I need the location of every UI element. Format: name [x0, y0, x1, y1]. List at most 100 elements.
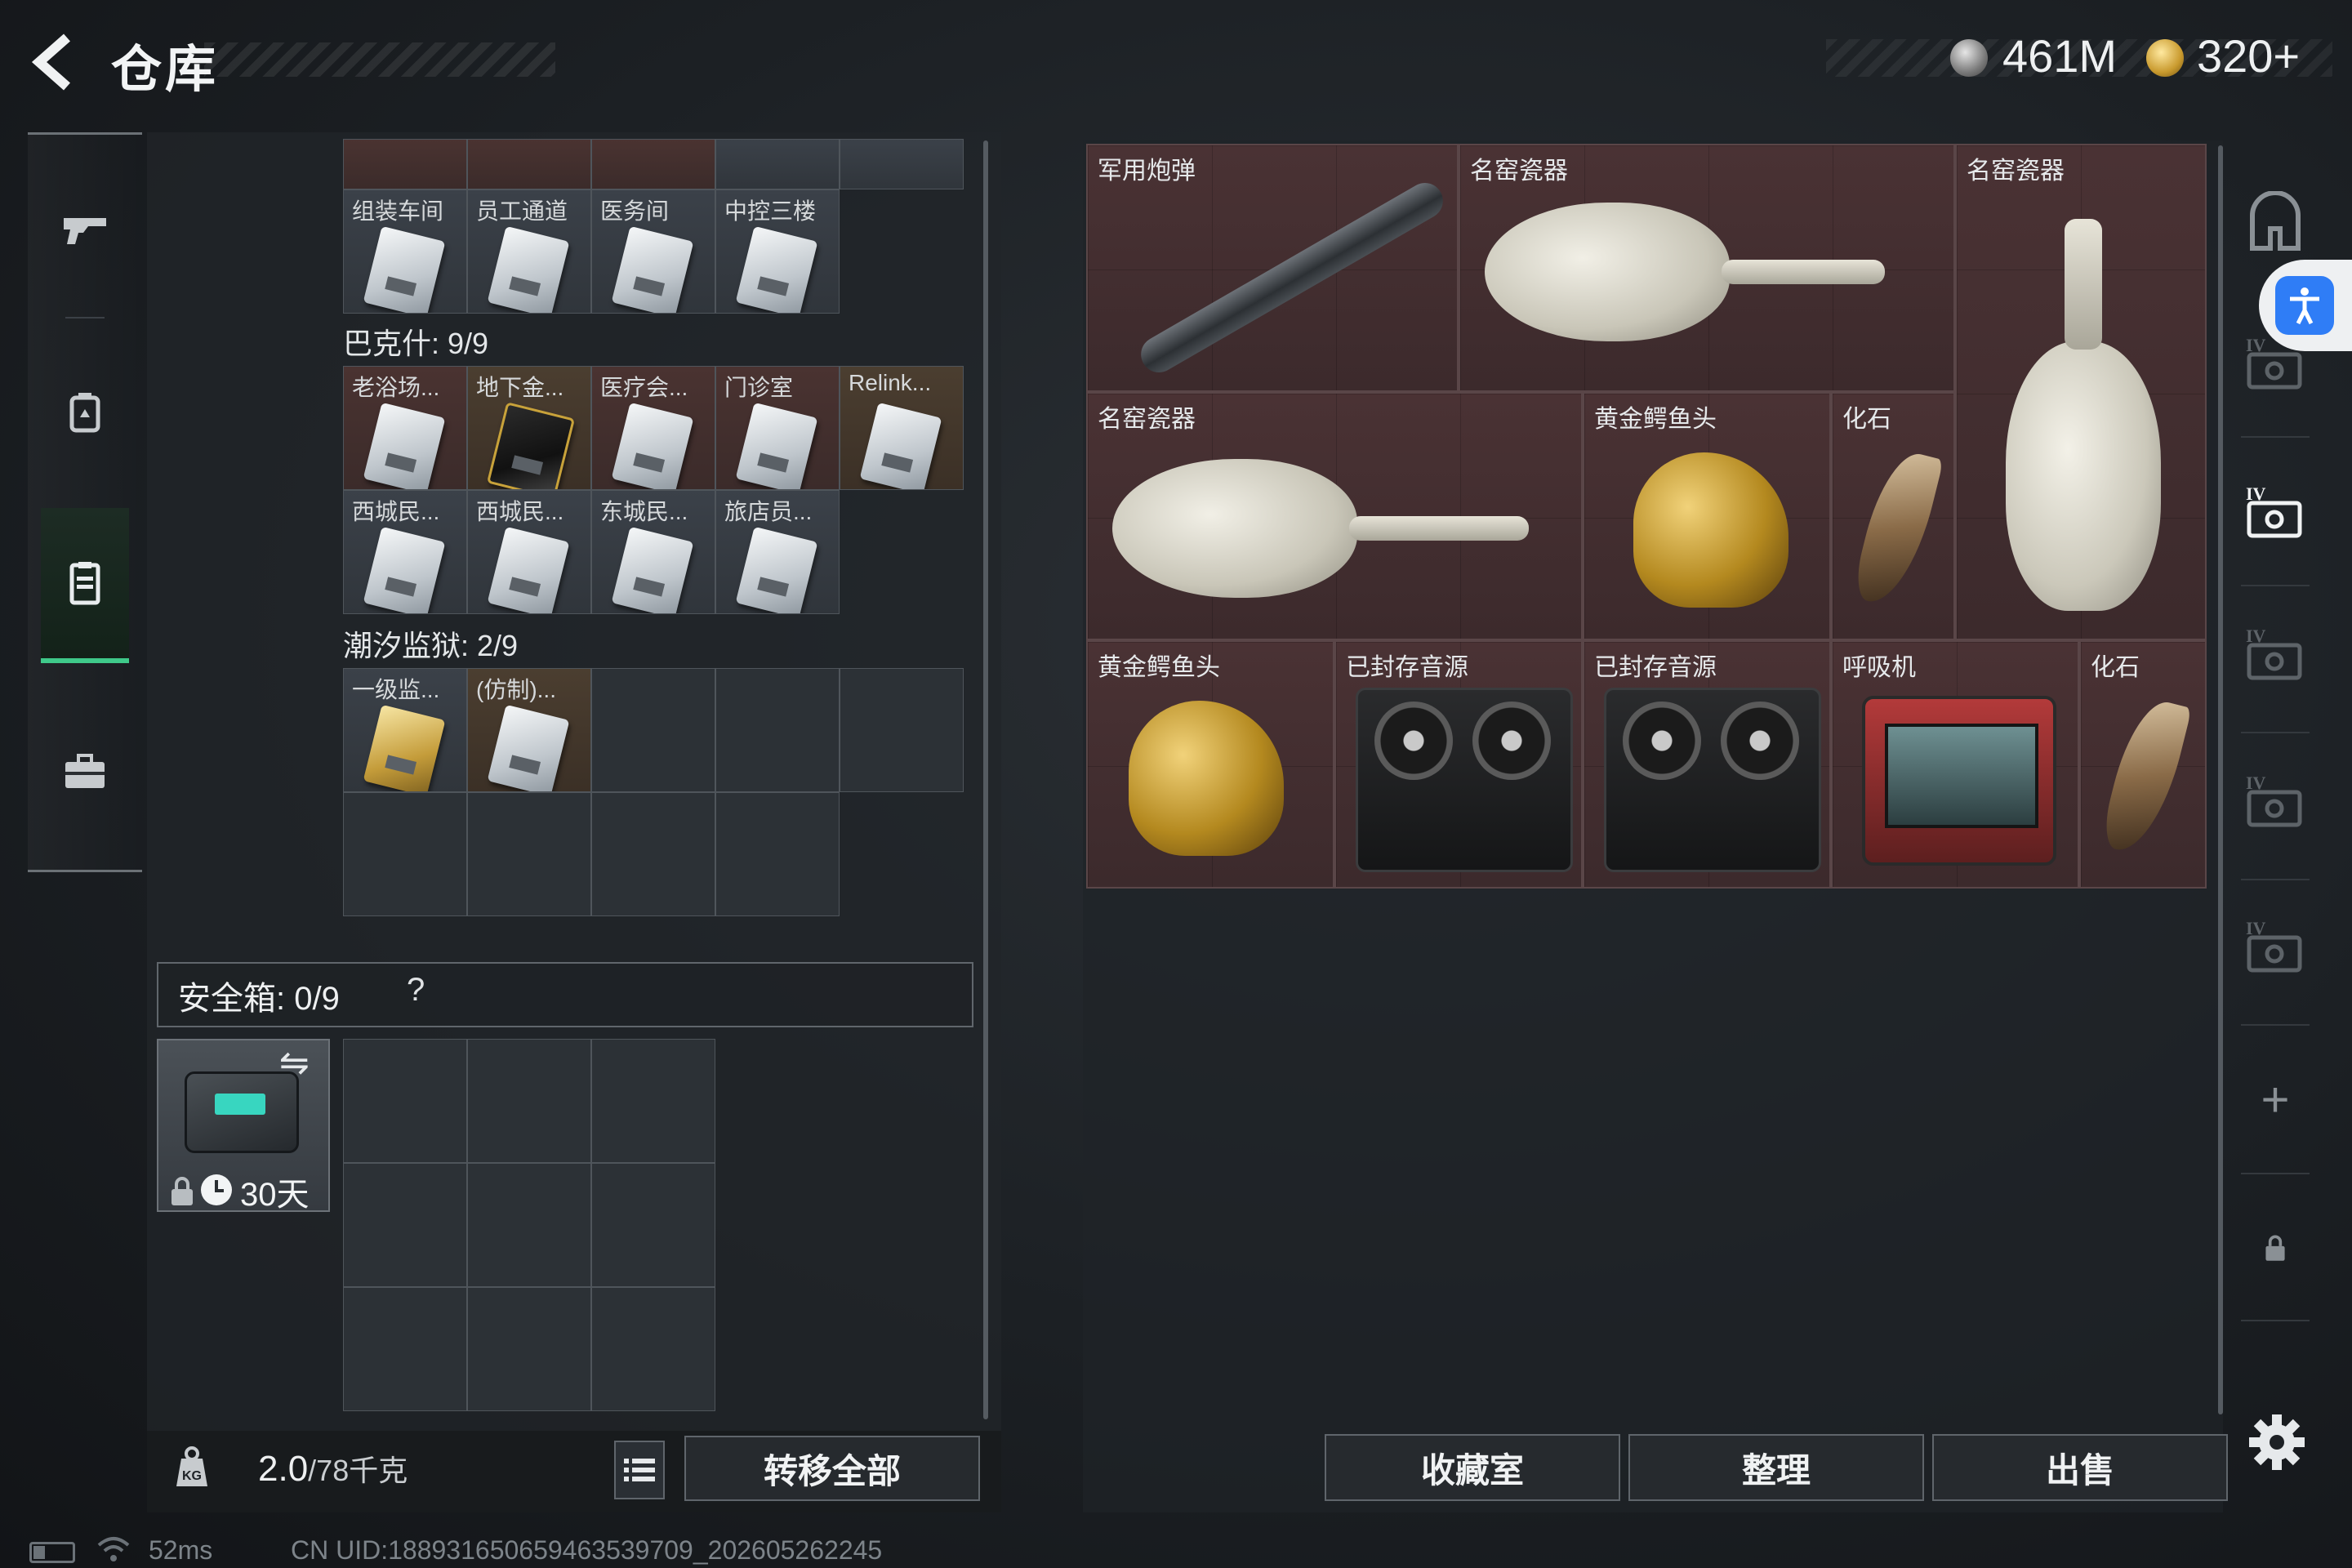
- fossil-icon: [1851, 446, 1944, 611]
- stash-item-missile[interactable]: 军用炮弹: [1086, 144, 1459, 392]
- chevron-left-icon: [31, 33, 70, 91]
- stash-item-fossil[interactable]: 化石: [2079, 640, 2207, 889]
- list-view-button[interactable]: [614, 1441, 665, 1499]
- keycard-slot[interactable]: [840, 139, 964, 189]
- keycard-label: 医务间: [600, 198, 670, 224]
- prison-section-title: 潮汐监狱: 2/9: [343, 629, 519, 662]
- stash-tab-4-active[interactable]: IV: [2234, 472, 2316, 554]
- safebox-slot[interactable]: [343, 1039, 467, 1163]
- keycard-slot[interactable]: 东城民...: [591, 490, 715, 614]
- stash-item-sealed-audio[interactable]: 已封存音源: [1334, 640, 1583, 889]
- svg-text:IV: IV: [2246, 483, 2266, 504]
- stash-item-sealed-audio[interactable]: 已封存音源: [1583, 640, 1831, 889]
- keycard-icon: [363, 402, 446, 489]
- stash-tab[interactable]: IV: [2234, 614, 2316, 696]
- safebox-help-button[interactable]: ?: [407, 972, 425, 1009]
- weight-value: 2.0: [258, 1449, 309, 1489]
- sell-button[interactable]: 出售: [1932, 1434, 2228, 1501]
- keycard-slot[interactable]: 西城民...: [343, 490, 467, 614]
- stash-tab[interactable]: IV: [2234, 761, 2316, 843]
- title-decoration: [204, 42, 555, 77]
- empty-keycard-slot[interactable]: [715, 792, 840, 916]
- safebox-case-icon: [185, 1071, 299, 1153]
- stash-home-icon: [2250, 191, 2301, 251]
- stash-tab-icon: IV: [2246, 773, 2302, 827]
- rail-item-case[interactable]: [41, 694, 129, 849]
- keycard-slot[interactable]: Relink...: [840, 366, 964, 490]
- stash-home-button[interactable]: [2234, 181, 2316, 263]
- keycard-slot[interactable]: 西城民...: [467, 490, 591, 614]
- vase-neck: [2065, 219, 2102, 350]
- empty-keycard-slot[interactable]: [715, 668, 840, 792]
- safebox-slot[interactable]: [591, 1163, 715, 1287]
- organize-button[interactable]: 整理: [1628, 1434, 1924, 1501]
- gold-currency-amount[interactable]: 320+: [2197, 29, 2300, 82]
- keycard-icon: [611, 225, 694, 313]
- keycard-slot[interactable]: [715, 139, 840, 189]
- stash-tab-icon: IV: [2246, 335, 2302, 390]
- stash-item-porcelain[interactable]: 名窑瓷器: [1086, 392, 1583, 640]
- lock-stash-button[interactable]: [2234, 1207, 2316, 1289]
- weight-capacity: /78千克: [308, 1454, 408, 1487]
- keycard-slot[interactable]: 老浴场...: [343, 366, 467, 490]
- safebox-slot[interactable]: [467, 1039, 591, 1163]
- empty-keycard-slot[interactable]: [343, 792, 467, 916]
- rail-item-backpack[interactable]: [41, 335, 129, 490]
- empty-keycard-slot[interactable]: [840, 668, 964, 792]
- vase-neck: [1722, 260, 1885, 284]
- item-label: 名窑瓷器: [1470, 158, 1568, 185]
- stash-item-golden-croc[interactable]: 黄金鳄鱼头: [1583, 392, 1831, 640]
- keycard-slot[interactable]: 地下金...: [467, 366, 591, 490]
- rail-divider: [2241, 879, 2310, 880]
- safebox-slot[interactable]: [467, 1287, 591, 1411]
- keycard-label: 西城民...: [476, 499, 564, 524]
- keycard-slot[interactable]: 医疗会...: [591, 366, 715, 490]
- stash-item-porcelain[interactable]: 名窑瓷器: [1955, 144, 2207, 640]
- keycard-icon: [611, 526, 694, 613]
- settings-button[interactable]: [2244, 1410, 2310, 1475]
- safebox-capacity: 安全箱: 0/9: [178, 981, 340, 1017]
- stash-item-golden-croc[interactable]: 黄金鳄鱼头: [1086, 640, 1334, 889]
- rail-item-keycards[interactable]: [41, 508, 129, 663]
- gold-coin-icon: [2146, 39, 2184, 77]
- safebox-slot[interactable]: [343, 1287, 467, 1411]
- safebox-slot[interactable]: [467, 1163, 591, 1287]
- stash-tab[interactable]: IV: [2234, 906, 2316, 988]
- keycard-slot[interactable]: (仿制)...: [467, 668, 591, 792]
- transfer-all-button[interactable]: 转移全部: [684, 1436, 980, 1501]
- stash-tab-icon: IV: [2246, 483, 2302, 538]
- silver-coin-icon: [1950, 39, 1988, 77]
- safebox-slot[interactable]: [343, 1163, 467, 1287]
- keycard-slot[interactable]: [591, 139, 715, 189]
- stash-scrollbar[interactable]: [2218, 145, 2223, 1414]
- keycard-slot[interactable]: 一级监...: [343, 668, 467, 792]
- keycard-slot[interactable]: 门诊室: [715, 366, 840, 490]
- keycard-slot[interactable]: [343, 139, 467, 189]
- left-scrollbar[interactable]: [983, 140, 988, 1419]
- rail-item-weapons[interactable]: [41, 152, 129, 307]
- porcelain-vase-icon: [1485, 203, 1730, 341]
- collection-room-button[interactable]: 收藏室: [1325, 1434, 1620, 1501]
- keycard-slot[interactable]: 组装车间: [343, 189, 467, 314]
- weight-readout: 2.0/78千克: [258, 1447, 408, 1490]
- keycard-slot[interactable]: [467, 139, 591, 189]
- keycard-slot[interactable]: 医务间: [591, 189, 715, 314]
- add-stash-button[interactable]: +: [2234, 1058, 2316, 1140]
- stash-item-porcelain[interactable]: 名窑瓷器: [1459, 144, 1955, 392]
- back-button[interactable]: [24, 29, 90, 95]
- stash-tab[interactable]: IV: [2234, 323, 2316, 405]
- empty-keycard-slot[interactable]: [591, 668, 715, 792]
- keycard-label: 一级监...: [352, 677, 440, 702]
- keycard-slot[interactable]: 员工通道: [467, 189, 591, 314]
- empty-keycard-slot[interactable]: [467, 792, 591, 916]
- empty-keycard-slot[interactable]: [591, 792, 715, 916]
- keycard-slot[interactable]: 中控三楼: [715, 189, 840, 314]
- stash-item-fossil[interactable]: 化石: [1831, 392, 1955, 640]
- keycard-label: 医疗会...: [600, 375, 688, 400]
- keycard-slot[interactable]: 旅店员...: [715, 490, 840, 614]
- item-label: 化石: [1842, 406, 1891, 433]
- stash-item-ventilator[interactable]: 呼吸机: [1831, 640, 2079, 889]
- safebox-slot[interactable]: [591, 1039, 715, 1163]
- swap-icon[interactable]: ⇋: [279, 1042, 310, 1084]
- safebox-slot[interactable]: [591, 1287, 715, 1411]
